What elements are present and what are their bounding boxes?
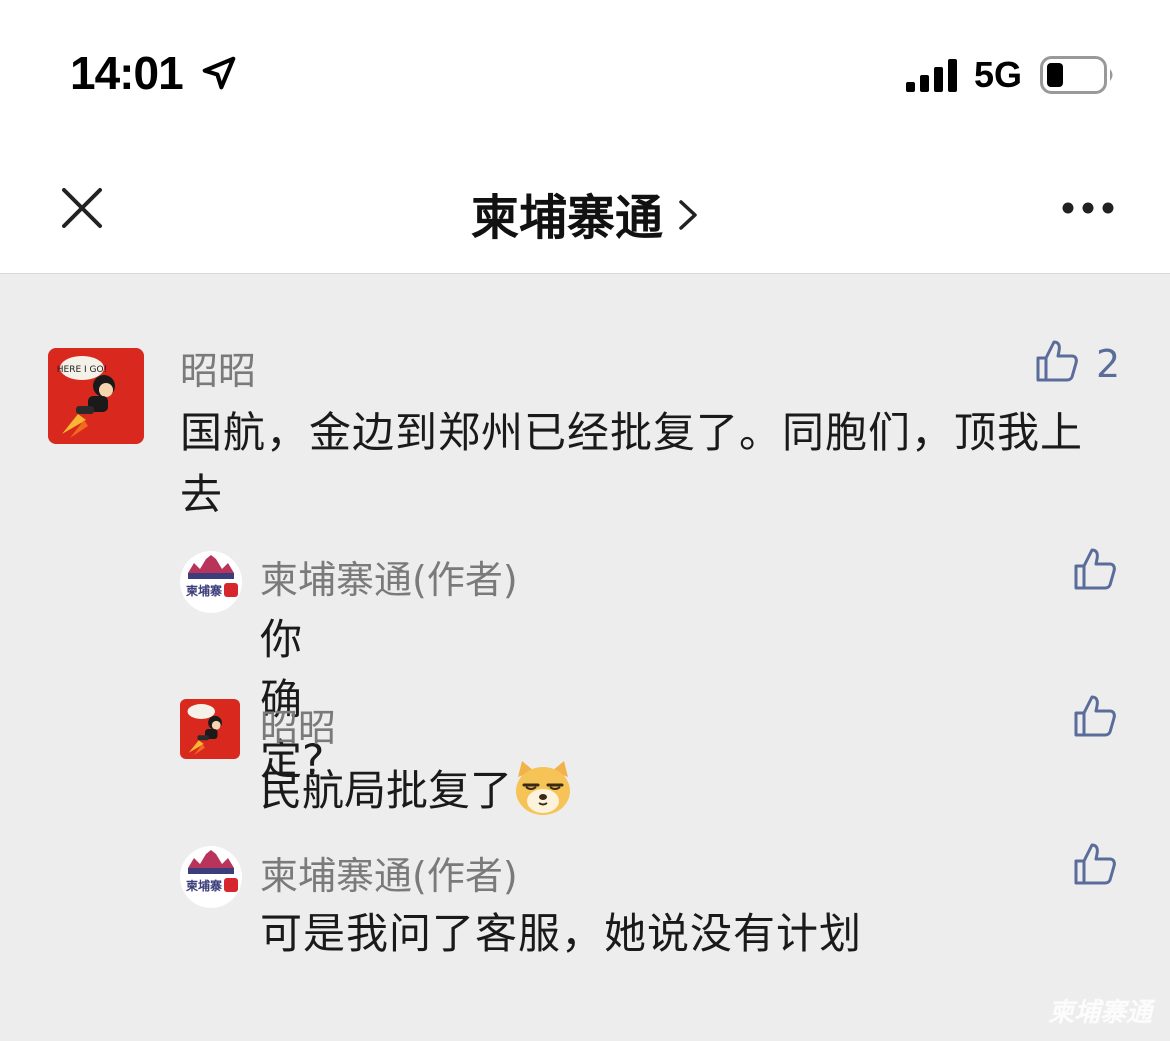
comment-text: 国航，金边到郑州已经批复了。同胞们，顶我上去 — [180, 408, 1084, 519]
comment-author[interactable]: 昭昭 — [260, 697, 336, 752]
astro-boy-avatar-image: HERE I GO! — [57, 356, 115, 438]
svg-text:HERE I GO!: HERE I GO! — [57, 365, 107, 375]
more-options-icon[interactable] — [1060, 198, 1116, 218]
thumbs-up-icon[interactable] — [1034, 338, 1080, 384]
brand-logo-avatar-image: 柬埔寨 — [185, 555, 238, 598]
thumbs-up-icon[interactable] — [1072, 841, 1118, 887]
svg-text:柬埔寨: 柬埔寨 — [185, 583, 222, 598]
avatar[interactable]: 柬埔寨 — [180, 551, 242, 613]
avatar[interactable]: HERE I GO! — [48, 348, 144, 444]
watermark-text: 柬埔寨通 — [1047, 998, 1152, 1028]
comment-text-content: 民航局批复了 — [260, 766, 513, 815]
avatar[interactable] — [180, 699, 240, 759]
nav-bar: 柬埔寨通 — [0, 140, 1170, 274]
comment-author[interactable]: 柬埔寨通(作者) — [260, 845, 518, 900]
comment-text: 可是我问了客服，她说没有计划 — [260, 909, 863, 958]
comment-author[interactable]: 柬埔寨通(作者) — [260, 549, 518, 604]
location-arrow-icon — [202, 56, 236, 90]
svg-text:柬埔寨: 柬埔寨 — [185, 878, 222, 893]
status-bar: 14:01 5G — [0, 0, 1170, 140]
battery-icon — [1040, 56, 1113, 94]
page-title: 柬埔寨通 — [470, 190, 663, 246]
comment-text: 民航局批复了 — [260, 757, 574, 821]
like-count: 2 — [1096, 342, 1121, 386]
doge-emoji-icon — [516, 761, 571, 815]
thumbs-up-icon[interactable] — [1072, 546, 1118, 592]
network-type: 5G — [974, 54, 1023, 95]
chevron-right-icon — [679, 200, 697, 230]
comment-author[interactable]: 昭昭 — [180, 340, 256, 395]
thumbs-up-icon[interactable] — [1072, 693, 1118, 739]
avatar[interactable]: 柬埔寨 — [180, 846, 242, 908]
status-time: 14:01 — [70, 47, 184, 99]
page-title-link[interactable]: 柬埔寨通 — [0, 178, 1170, 248]
brand-logo-avatar-image: 柬埔寨 — [185, 850, 238, 893]
astro-boy-avatar-image — [187, 704, 222, 756]
cellular-signal-icon — [906, 59, 957, 92]
watermark: 柬埔寨通 — [1048, 992, 1152, 1029]
